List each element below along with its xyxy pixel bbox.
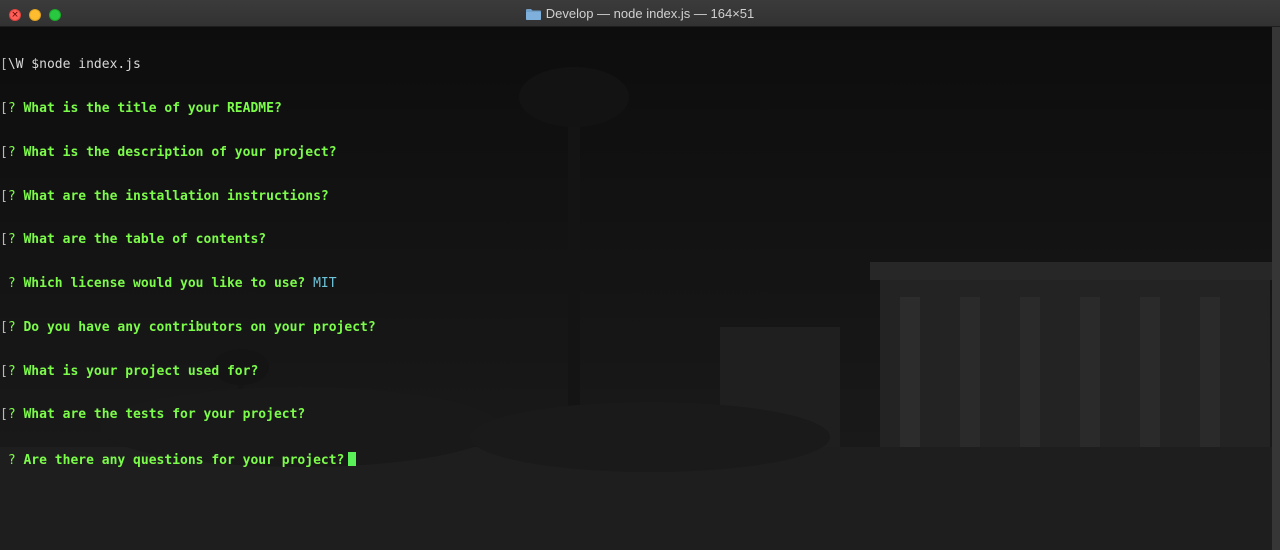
terminal-output[interactable]: [\W $node index.js [? What is the title … [0, 29, 1270, 544]
window-title-text: Develop — node index.js — 164×51 [545, 6, 755, 21]
line-bracket [0, 453, 8, 468]
question-text: What are the tests for your project? [23, 407, 306, 423]
line-bracket: [ [0, 232, 8, 248]
question-line: [? What is the description of your proje… [0, 144, 1270, 161]
question-text: Which license would you like to use? [23, 276, 306, 292]
question-mark-icon: ? [7, 407, 16, 423]
question-text: What is your project used for? [23, 363, 259, 379]
shell-command: node index.js [39, 57, 141, 73]
answer-text: MIT [313, 276, 337, 292]
folder-icon [525, 8, 541, 20]
question-line: [? What is your project used for? [0, 363, 1270, 380]
title-bar[interactable]: × Develop — node index.js — 164×51 [0, 0, 1280, 27]
window-title: Develop — node index.js — 164×51 [0, 0, 1280, 27]
terminal-window: × Develop — node index.js — 164×51 [\W $… [0, 0, 1280, 550]
question-mark-icon: ? [7, 453, 16, 469]
question-line: [? What are the tests for your project? [0, 408, 1270, 423]
line-bracket: [ [0, 57, 8, 73]
scrollbar[interactable] [1272, 27, 1280, 550]
question-line: [? What are the table of contents? [0, 233, 1270, 248]
question-mark-icon: ? [7, 232, 16, 248]
question-text: Do you have any contributors on your pro… [23, 319, 376, 335]
question-text: What is the title of your README? [23, 100, 282, 116]
question-line: [? Do you have any contributors on your … [0, 319, 1270, 336]
question-text: What are the installation instructions? [23, 188, 329, 204]
question-text: Are there any questions for your project… [23, 453, 345, 469]
command-line: [\W $node index.js [0, 57, 1270, 73]
question-mark-icon: ? [7, 144, 16, 160]
line-bracket: [ [0, 407, 8, 423]
question-mark-icon: ? [7, 276, 16, 292]
line-bracket: [ [0, 100, 8, 116]
question-line: [? What is the title of your README? [0, 100, 1270, 117]
question-line: [? What are the installation instruction… [0, 188, 1270, 205]
line-bracket [0, 276, 8, 291]
line-bracket: [ [0, 188, 8, 204]
text-cursor[interactable] [348, 452, 357, 467]
question-line: ? Which license would you like to use? M… [0, 276, 1270, 292]
question-mark-icon: ? [7, 188, 16, 204]
question-text: What are the table of contents? [23, 232, 267, 248]
question-line: ? Are there any questions for your proje… [0, 452, 1270, 469]
line-bracket: [ [0, 319, 8, 335]
question-mark-icon: ? [7, 100, 16, 116]
line-bracket: [ [0, 144, 8, 160]
question-mark-icon: ? [7, 319, 16, 335]
shell-prompt: \W $ [7, 57, 40, 73]
question-mark-icon: ? [7, 363, 16, 379]
line-bracket: [ [0, 363, 8, 379]
question-text: What is the description of your project? [23, 144, 337, 160]
